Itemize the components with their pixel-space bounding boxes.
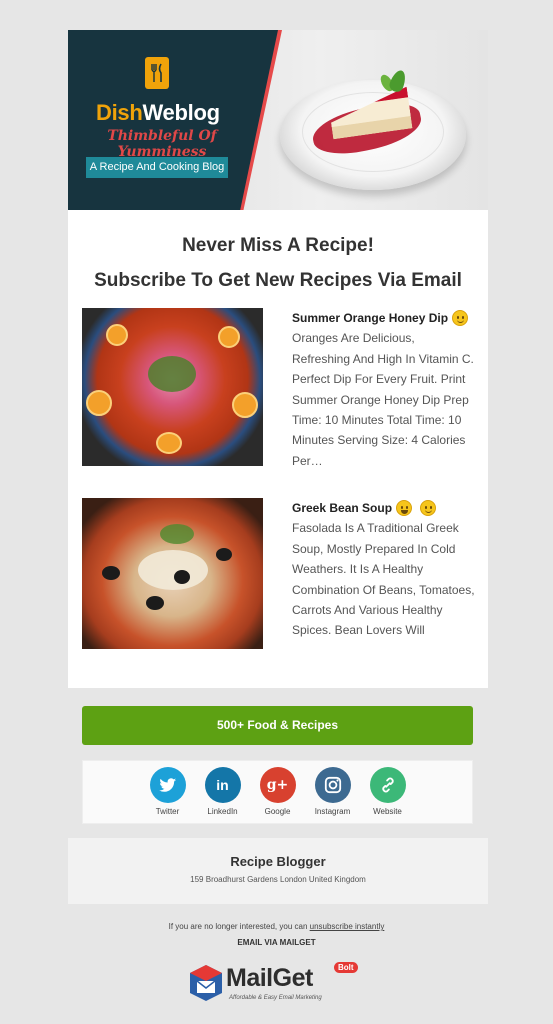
social-instagram[interactable]: Instagram bbox=[310, 767, 356, 823]
recipe-title[interactable]: Greek Bean Soup bbox=[292, 498, 476, 518]
herb-garnish bbox=[160, 524, 194, 544]
social-label: Google bbox=[264, 807, 291, 816]
link-icon bbox=[369, 767, 406, 803]
recipe-title-text: Greek Bean Soup bbox=[292, 501, 393, 515]
mailget-icon bbox=[189, 964, 223, 1002]
instagram-icon bbox=[314, 767, 351, 803]
unsubscribe-notice: If you are no longer interested, you can… bbox=[0, 922, 553, 931]
linkedin-icon: in bbox=[204, 767, 241, 803]
social-label: Twitter bbox=[155, 807, 180, 816]
brand-part2: Weblog bbox=[142, 100, 220, 125]
grin-emoji-icon bbox=[396, 500, 413, 517]
unsubscribe-link[interactable]: unsubscribe instantly bbox=[310, 922, 385, 931]
email-container: DishWeblog Thimbleful Of Yumminess A Rec… bbox=[68, 30, 488, 904]
footer-address: 159 Broadhurst Gardens London United Kin… bbox=[190, 875, 366, 884]
google-glyph: g+ bbox=[266, 777, 289, 793]
smile-emoji-icon bbox=[452, 310, 469, 327]
social-label: Website bbox=[373, 807, 402, 816]
brand-logo[interactable]: DishWeblog bbox=[96, 100, 220, 126]
social-twitter[interactable]: Twitter bbox=[145, 767, 191, 823]
recipe-description: Oranges Are Delicious, Refreshing And Hi… bbox=[292, 331, 474, 468]
social-label: Instagram bbox=[314, 807, 351, 816]
brand-part1: Dish bbox=[96, 100, 143, 125]
cheese-topping bbox=[138, 550, 208, 590]
mailget-wordmark: MailGet bbox=[226, 964, 313, 992]
headline-line1: Never Miss A Recipe! bbox=[182, 235, 374, 256]
recipe-title-text: Summer Orange Honey Dip bbox=[292, 311, 449, 325]
mailget-bolt-badge: Bolt bbox=[334, 962, 358, 973]
footer: Recipe Blogger 159 Broadhurst Gardens Lo… bbox=[68, 838, 488, 904]
herb-garnish bbox=[148, 356, 196, 392]
orange-slice bbox=[106, 324, 128, 346]
recipe-text: Summer Orange Honey Dip Oranges Are Deli… bbox=[292, 308, 476, 471]
brand-tagline: Thimbleful Of Yumminess bbox=[107, 128, 217, 160]
google-plus-icon: g+ bbox=[259, 767, 296, 803]
food-recipes-button[interactable]: 500+ Food & Recipes bbox=[82, 706, 473, 745]
bean-soup-image[interactable] bbox=[82, 498, 263, 649]
social-links: Twitter in LinkedIn g+ Google Instagram … bbox=[82, 760, 473, 824]
olive bbox=[174, 570, 190, 584]
unsubscribe-prefix: If you are no longer interested, you can bbox=[168, 922, 310, 931]
headline-line2: Subscribe To Get New Recipes Via Email bbox=[94, 270, 462, 291]
smile-emoji-icon bbox=[420, 500, 437, 517]
mailget-tagline: Affordable & Easy Email Marketing bbox=[229, 995, 322, 1001]
twitter-icon bbox=[149, 767, 186, 803]
social-website[interactable]: Website bbox=[365, 767, 411, 823]
email-via-label: EMAIL VIA MAILGET bbox=[237, 938, 316, 947]
orange-slice bbox=[218, 326, 240, 348]
fork-knife-icon bbox=[145, 57, 169, 89]
mailget-logo[interactable]: MailGet Bolt Affordable & Easy Email Mar… bbox=[189, 962, 369, 1006]
recipe-text: Greek Bean Soup Fasolada Is A Traditiona… bbox=[292, 498, 476, 640]
page-title: Never Miss A Recipe! Subscribe To Get Ne… bbox=[68, 210, 488, 298]
linkedin-glyph: in bbox=[216, 777, 229, 793]
olive bbox=[102, 566, 120, 580]
brand-subtag: A Recipe And Cooking Blog bbox=[86, 157, 228, 178]
orange-slice bbox=[156, 432, 182, 454]
social-google[interactable]: g+ Google bbox=[255, 767, 301, 823]
social-linkedin[interactable]: in LinkedIn bbox=[200, 767, 246, 823]
recipe-card: Greek Bean Soup Fasolada Is A Traditiona… bbox=[68, 498, 488, 688]
orange-slice bbox=[86, 390, 112, 416]
orange-slice bbox=[232, 392, 258, 418]
olive bbox=[146, 596, 164, 610]
social-label: LinkedIn bbox=[207, 807, 238, 816]
recipe-title[interactable]: Summer Orange Honey Dip bbox=[292, 308, 476, 328]
olive bbox=[216, 548, 232, 561]
footer-name: Recipe Blogger bbox=[230, 854, 326, 869]
orange-dip-image[interactable] bbox=[82, 308, 263, 466]
recipe-description: Fasolada Is A Traditional Greek Soup, Mo… bbox=[292, 521, 475, 638]
recipe-card: Summer Orange Honey Dip Oranges Are Deli… bbox=[68, 308, 488, 498]
header-banner: DishWeblog Thimbleful Of Yumminess A Rec… bbox=[68, 30, 488, 210]
